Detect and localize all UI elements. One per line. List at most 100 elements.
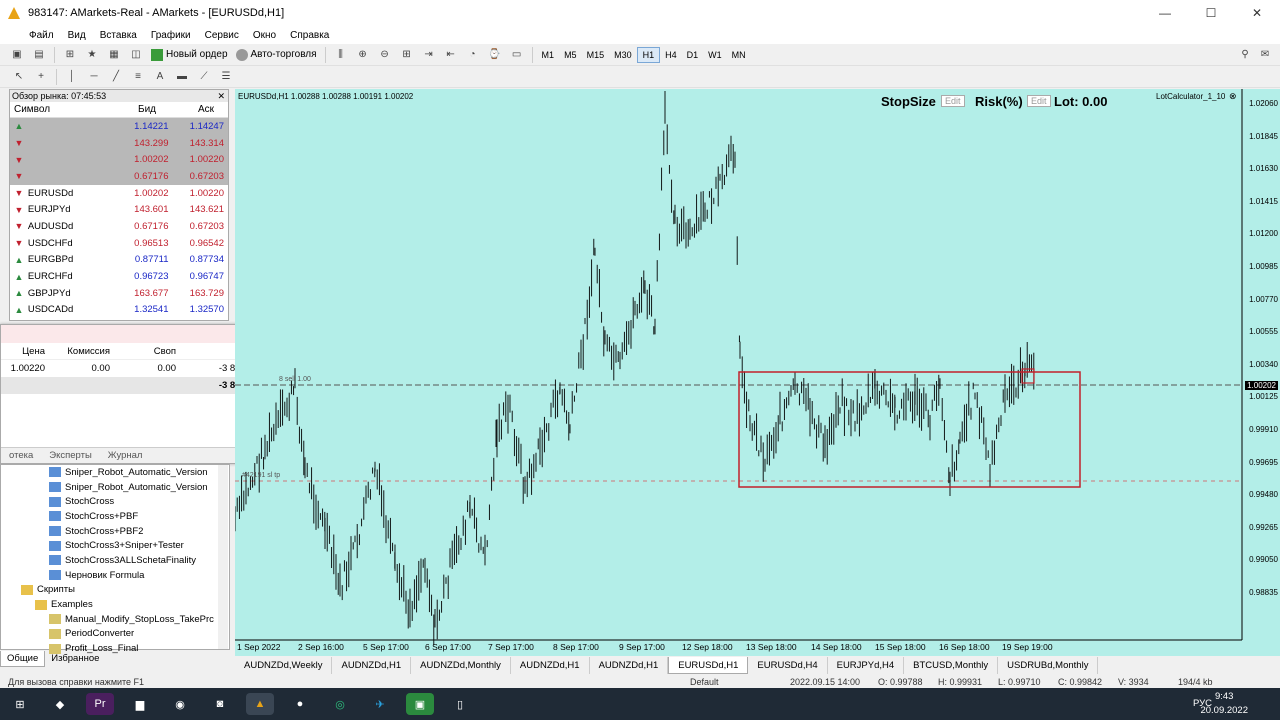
market-row[interactable]: ▲ 1.14221 1.14247 (10, 118, 228, 135)
tile-windows-icon[interactable]: ⊞ (398, 47, 416, 63)
navigator-icon[interactable]: ★ (83, 47, 101, 63)
navigator-tab-0[interactable]: Общие (0, 651, 46, 667)
timeframe-mn[interactable]: MN (727, 47, 751, 63)
market-row[interactable]: ▼ EURUSDd 1.00202 1.00220 (10, 185, 228, 202)
market-row[interactable]: ▲ EURCHFd 0.96723 0.96747 (10, 268, 228, 285)
templates-icon[interactable]: ▭ (508, 47, 526, 63)
minimize-button[interactable]: — (1142, 0, 1188, 26)
app-icon-2[interactable]: ◎ (326, 693, 354, 715)
navigator-item[interactable]: Скрипты (1, 583, 229, 598)
chart-tab-9[interactable]: USDRUBd,Monthly (998, 657, 1099, 674)
profiles-icon[interactable]: ▤ (30, 47, 48, 63)
chart-tab-3[interactable]: AUDNZDd,H1 (511, 657, 590, 674)
menu-item-5[interactable]: Окно (246, 30, 283, 41)
timeframe-w1[interactable]: W1 (703, 47, 727, 63)
col-ask[interactable]: Аск (156, 104, 214, 115)
col-commission[interactable]: Комиссия (45, 346, 110, 357)
zoom-in-icon[interactable]: ⊕ (354, 47, 372, 63)
telegram-icon[interactable]: ✈ (366, 693, 394, 715)
navigator-item[interactable]: StochCross3ALLSchetaFinality (1, 553, 229, 568)
timeframe-m5[interactable]: M5 (559, 47, 582, 63)
new-chart-icon[interactable]: ▣ (8, 47, 26, 63)
market-row[interactable]: ▲ EURGBPd 0.87711 0.87734 (10, 252, 228, 269)
market-row[interactable]: ▼ AUDUSDd 0.67176 0.67203 (10, 218, 228, 235)
menu-item-4[interactable]: Сервис (198, 30, 246, 41)
market-row[interactable]: ▼ 143.299 143.314 (10, 134, 228, 152)
chart-tab-2[interactable]: AUDNZDd,Monthly (411, 657, 511, 674)
camera-icon[interactable]: ◙ (206, 693, 234, 715)
close-window-button[interactable]: ✕ (1234, 0, 1280, 26)
indicator-close-icon[interactable]: ⊗ (1229, 91, 1237, 102)
language-indicator[interactable]: РУС (1193, 698, 1212, 709)
premiere-icon[interactable]: Pr (86, 693, 114, 715)
navigator-item[interactable]: StochCross (1, 494, 229, 509)
gann-icon[interactable]: ⟋ (195, 69, 213, 85)
navigator-item[interactable]: StochCross+PBF (1, 509, 229, 524)
menu-item-1[interactable]: Вид (61, 30, 93, 41)
terminal-tab-2[interactable]: Журнал (100, 448, 151, 463)
maximize-button[interactable]: ☐ (1188, 0, 1234, 26)
chart-tab-4[interactable]: AUDNZDd,H1 (590, 657, 669, 674)
chart-shift-icon[interactable]: ⇤ (442, 47, 460, 63)
close-icon[interactable]: ✕ (217, 91, 228, 102)
vertical-line-icon[interactable]: │ (63, 69, 81, 85)
col-price[interactable]: Цена (1, 346, 45, 357)
timeframe-h4[interactable]: H4 (660, 47, 682, 63)
stopsize-edit[interactable]: Edit (941, 95, 965, 107)
col-symbol[interactable]: Символ (10, 104, 98, 115)
tester-icon[interactable]: ◫ (127, 47, 145, 63)
browser-icon[interactable]: ◉ (166, 693, 194, 715)
navigator-item[interactable]: Черновик Formula (1, 568, 229, 583)
autoscroll-icon[interactable]: ⇥ (420, 47, 438, 63)
navigator-item[interactable]: Manual_Modify_StopLoss_TakePrc (1, 612, 229, 627)
terminal-tab-1[interactable]: Эксперты (41, 448, 100, 463)
timeframe-m15[interactable]: M15 (582, 47, 610, 63)
terminal-tab-0[interactable]: отека (1, 448, 41, 463)
chart-window[interactable]: EURUSDd,H1 1.00288 1.00288 1.00191 1.002… (235, 89, 1280, 656)
navigator-scrollbar[interactable] (218, 465, 228, 649)
fibo-icon[interactable]: ☰ (217, 69, 235, 85)
trendline-icon[interactable]: ╱ (107, 69, 125, 85)
horizontal-line-icon[interactable]: ─ (85, 69, 103, 85)
channel-icon[interactable]: ≡ (129, 69, 147, 85)
indicators-icon[interactable]: ◔ (464, 47, 482, 63)
amarkets-icon[interactable]: ▲ (246, 693, 274, 715)
chart-tab-7[interactable]: EURJPYd,H4 (828, 657, 905, 674)
timeframe-d1[interactable]: D1 (682, 47, 704, 63)
chrome-icon[interactable]: ● (286, 693, 314, 715)
zoom-out-icon[interactable]: ⊖ (376, 47, 394, 63)
market-row[interactable]: ▲ USDCADd 1.32541 1.32570 (10, 302, 228, 319)
navigator-item[interactable]: PeriodConverter (1, 627, 229, 642)
chart-tab-0[interactable]: AUDNZDd,Weekly (235, 657, 333, 674)
risk-edit[interactable]: Edit (1027, 95, 1051, 107)
navigator-item[interactable]: StochCross+PBF2 (1, 524, 229, 539)
navigator-item[interactable]: StochCross3+Sniper+Tester (1, 538, 229, 553)
cursor-icon[interactable]: ↖ (10, 69, 28, 85)
market-row[interactable]: ▼ USDCHFd 0.96513 0.96542 (10, 235, 228, 252)
app-icon-1[interactable]: ◆ (46, 693, 74, 715)
chart-tab-8[interactable]: BTCUSD,Monthly (904, 657, 999, 674)
price-chart[interactable] (235, 89, 1280, 656)
periods-icon[interactable]: ⌚ (486, 47, 504, 63)
chart-tab-1[interactable]: AUDNZDd,H1 (332, 657, 412, 674)
terminal-icon[interactable]: ▦ (105, 47, 123, 63)
auto-trading-button[interactable]: Авто-торговля (232, 46, 321, 64)
market-row[interactable]: ▼ EURJPYd 143.601 143.621 (10, 201, 228, 218)
crosshair-icon[interactable]: + (32, 69, 50, 85)
market-row[interactable]: ▼ 0.67176 0.67203 (10, 168, 228, 185)
app-icon-4[interactable]: ▯ (446, 693, 474, 715)
chat-icon[interactable]: ✉ (1256, 47, 1274, 63)
navigator-item[interactable]: Examples (1, 597, 229, 612)
label-icon[interactable]: ▬ (173, 69, 191, 85)
menu-item-3[interactable]: Графики (144, 30, 198, 41)
market-row[interactable]: ▼ 1.00202 1.00220 (10, 151, 228, 169)
col-swap[interactable]: Своп (110, 346, 176, 357)
navigator-tab-1[interactable]: Избранное (45, 651, 105, 667)
menu-item-2[interactable]: Вставка (93, 30, 144, 41)
col-bid[interactable]: Бид (98, 104, 156, 115)
new-order-button[interactable]: Новый ордер (147, 46, 232, 64)
navigator-item[interactable]: Sniper_Robot_Automatic_Version (1, 480, 229, 495)
app-icon-3[interactable]: ▣ (406, 693, 434, 715)
chart-tab-5[interactable]: EURUSDd,H1 (668, 657, 749, 674)
menu-item-0[interactable]: Файл (22, 30, 61, 41)
